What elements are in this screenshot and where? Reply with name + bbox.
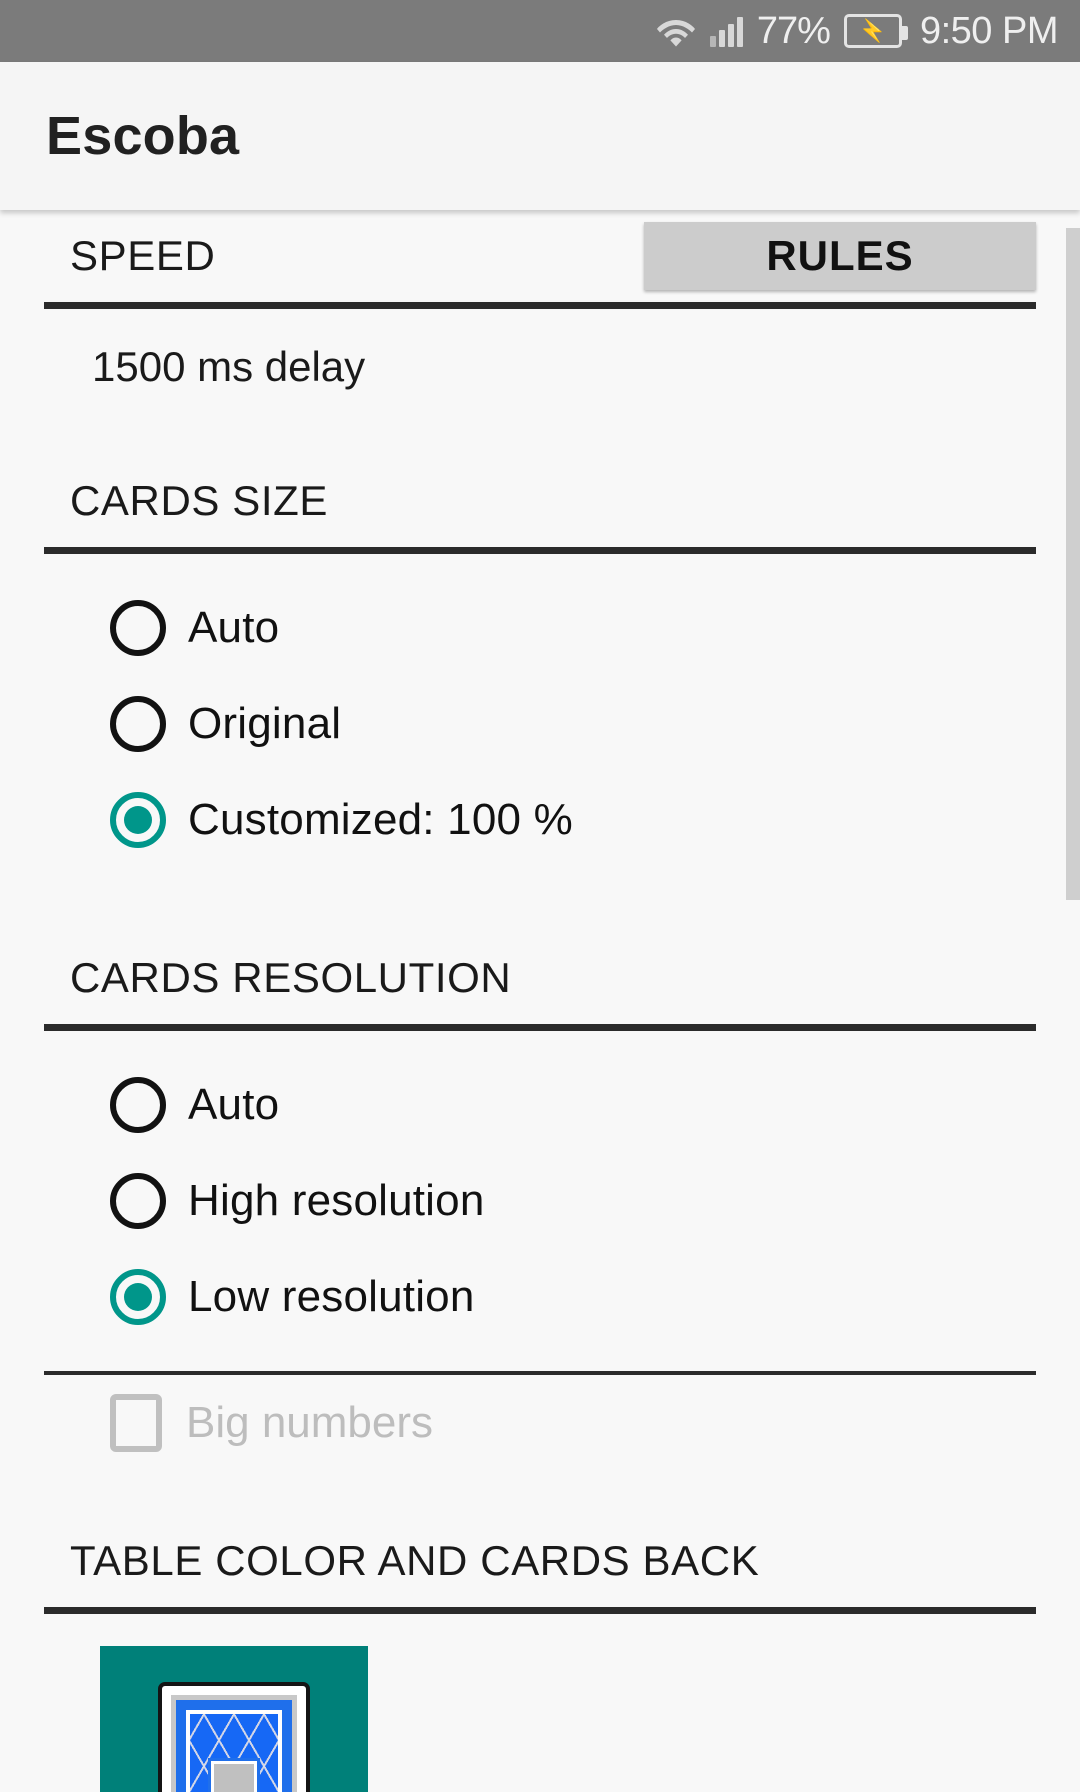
card-back-gray-border: ✻ — [171, 1695, 297, 1792]
section-title-cards-size: CARDS SIZE — [70, 477, 329, 524]
status-icon-group: 77% ⚡ 9:50 PM — [656, 9, 1059, 53]
section-title-table-color: TABLE COLOR AND CARDS BACK — [70, 1537, 760, 1584]
speed-delay-value: 1500 ms delay — [92, 343, 366, 390]
radio-row-cards-size-original[interactable]: Original — [0, 676, 1080, 772]
radio-label-cards-size-customized: Customized: 100 % — [188, 795, 573, 844]
cards-size-radio-group[interactable]: Auto Original Customized: 100 % — [0, 554, 1080, 868]
radio-label-cards-size-original: Original — [188, 699, 342, 748]
wifi-icon — [656, 14, 696, 48]
status-bar: 77% ⚡ 9:50 PM — [0, 0, 1080, 62]
radio-label-resolution-low: Low resolution — [188, 1272, 475, 1321]
radio-label-resolution-auto: Auto — [188, 1080, 280, 1129]
section-header-table-color: TABLE COLOR AND CARDS BACK — [0, 1515, 1080, 1607]
section-header-cards-resolution: CARDS RESOLUTION — [0, 932, 1080, 1024]
settings-scroll-area[interactable]: SPEED RULES 1500 ms delay CARDS SIZE Aut… — [0, 210, 1080, 1792]
radio-icon-cards-size-auto[interactable] — [110, 600, 166, 656]
radio-icon-cards-size-customized[interactable] — [110, 792, 166, 848]
card-back-blue-frame: ✻ — [176, 1700, 292, 1792]
scrollbar-track[interactable] — [1066, 210, 1080, 1792]
card-back-emblem: ✻ — [208, 1758, 260, 1792]
battery-charging-icon: ⚡ — [843, 14, 908, 48]
checkbox-row-big-numbers: Big numbers — [0, 1375, 1080, 1471]
divider-table-color — [44, 1607, 1036, 1614]
app-bar: Escoba — [0, 62, 1080, 210]
section-title-speed: SPEED — [70, 232, 216, 279]
divider-cards-resolution — [44, 1024, 1036, 1031]
page-title: Escoba — [46, 106, 240, 166]
radio-icon-resolution-high[interactable] — [110, 1173, 166, 1229]
section-title-cards-resolution: CARDS RESOLUTION — [70, 954, 512, 1001]
table-color-swatch-row[interactable]: ✻ — [0, 1614, 1080, 1792]
radio-row-resolution-low[interactable]: Low resolution — [0, 1249, 1080, 1345]
card-back-preview[interactable]: ✻ — [158, 1682, 310, 1792]
radio-icon-cards-size-original[interactable] — [110, 696, 166, 752]
status-clock: 9:50 PM — [919, 9, 1059, 52]
checkbox-label-big-numbers: Big numbers — [186, 1398, 434, 1447]
section-header-speed: SPEED RULES — [0, 210, 1080, 302]
cards-resolution-radio-group[interactable]: Auto High resolution Low resolution — [0, 1031, 1080, 1345]
checkbox-icon-big-numbers — [110, 1394, 162, 1452]
battery-percent-label: 77% — [756, 9, 831, 52]
section-header-cards-size: CARDS SIZE — [0, 455, 1080, 547]
radio-label-cards-size-auto: Auto — [188, 603, 280, 652]
card-back-lattice-pattern: ✻ — [190, 1714, 278, 1792]
radio-row-resolution-high[interactable]: High resolution — [0, 1153, 1080, 1249]
radio-row-cards-size-customized[interactable]: Customized: 100 % — [0, 772, 1080, 868]
signal-bars-icon — [709, 15, 743, 47]
radio-icon-resolution-low[interactable] — [110, 1269, 166, 1325]
radio-row-cards-size-auto[interactable]: Auto — [0, 580, 1080, 676]
scrollbar-thumb[interactable] — [1066, 228, 1080, 900]
radio-icon-resolution-auto[interactable] — [110, 1077, 166, 1133]
table-color-swatch-teal[interactable]: ✻ — [100, 1646, 368, 1792]
divider-speed — [44, 302, 1036, 309]
rules-button[interactable]: RULES — [644, 222, 1036, 290]
divider-cards-size — [44, 547, 1036, 554]
radio-row-resolution-auto[interactable]: Auto — [0, 1057, 1080, 1153]
charging-bolt-glyph: ⚡ — [859, 18, 887, 43]
radio-label-resolution-high: High resolution — [188, 1176, 485, 1225]
